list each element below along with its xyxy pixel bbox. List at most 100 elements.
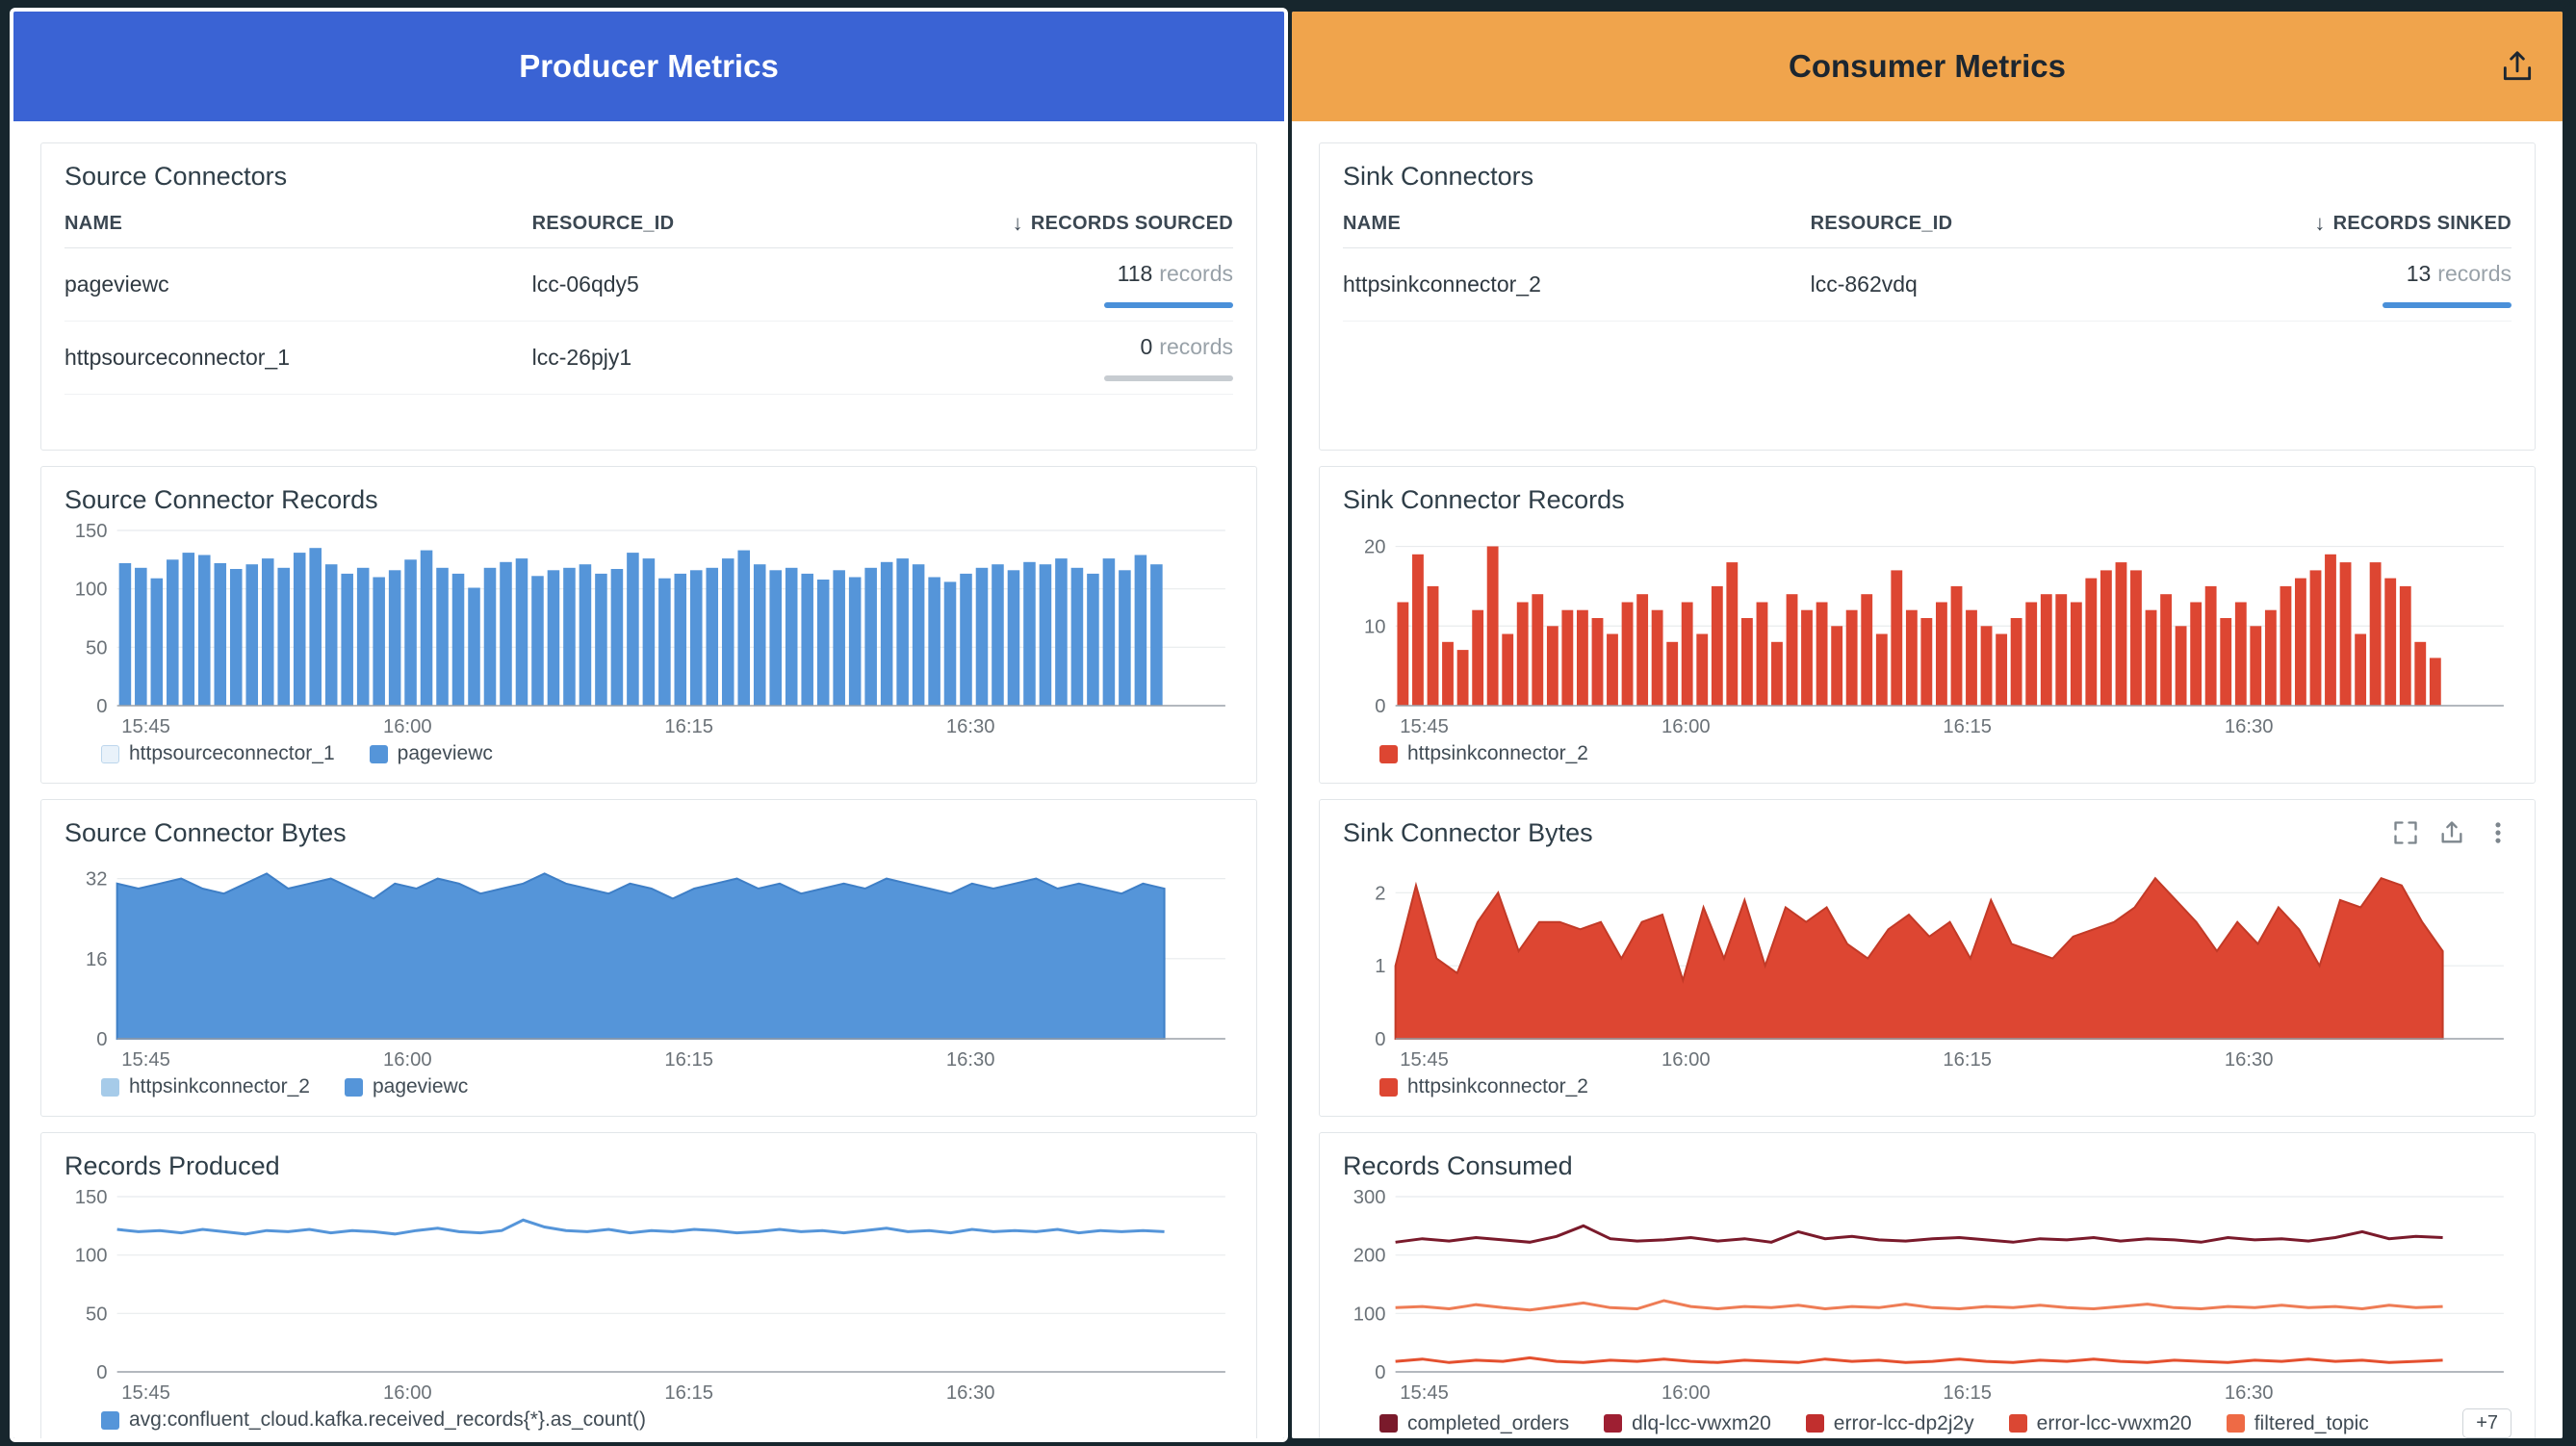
producer-panel-header[interactable]: Producer Metrics <box>13 12 1284 121</box>
svg-text:16:30: 16:30 <box>946 1382 995 1404</box>
source-connector-records-title: Source Connector Records <box>64 482 378 517</box>
svg-text:16:15: 16:15 <box>664 1382 713 1404</box>
source-connector-records-chart[interactable]: 05010015015:4516:0016:1516:30 <box>64 517 1233 740</box>
records-value: 118records <box>1118 261 1233 287</box>
cell-name: httpsourceconnector_1 <box>64 345 532 371</box>
svg-text:16:00: 16:00 <box>1662 1049 1711 1071</box>
svg-text:150: 150 <box>75 1187 108 1208</box>
svg-text:15:45: 15:45 <box>121 716 170 737</box>
source-connectors-table-header: NAME RESOURCE_ID ↓ RECORDS SOURCED <box>64 194 1233 248</box>
svg-text:16:30: 16:30 <box>2225 1049 2274 1071</box>
legend-label: httpsinkconnector_2 <box>129 1075 310 1098</box>
legend-swatch <box>101 1078 119 1097</box>
legend-label: avg:confluent_cloud.kafka.received_recor… <box>129 1408 646 1432</box>
sort-descending-icon: ↓ <box>2314 211 2325 236</box>
consumer-panel-header[interactable]: Consumer Metrics <box>1292 12 2563 121</box>
svg-text:15:45: 15:45 <box>121 1382 170 1404</box>
sort-descending-icon: ↓ <box>1013 211 1023 236</box>
column-header-resource-id[interactable]: RESOURCE_ID <box>532 213 964 235</box>
records-unit: records <box>1159 261 1233 286</box>
svg-text:50: 50 <box>86 637 108 658</box>
legend-more-badge[interactable]: +7 <box>2462 1408 2512 1438</box>
svg-text:16:00: 16:00 <box>1662 1382 1711 1404</box>
consumer-metrics-panel: Consumer Metrics Sink Connectors NAME RE… <box>1292 12 2563 1438</box>
sink-connector-bytes-widget: Sink Connector Bytes 01215:4516:0016:1 <box>1319 799 2536 1117</box>
records-bar <box>1104 302 1233 308</box>
chart-legend: completed_orders dlq-lcc-vwxm20 error-lcc-… <box>1343 1408 2512 1438</box>
export-icon[interactable] <box>2438 819 2465 846</box>
svg-text:0: 0 <box>96 1029 107 1050</box>
legend-item[interactable]: pageviewc <box>345 1075 468 1098</box>
table-row[interactable]: httpsinkconnector_2 lcc-862vdq 13records <box>1343 248 2512 322</box>
column-header-name[interactable]: NAME <box>1343 213 1811 235</box>
cell-records: 13records <box>2242 261 2512 308</box>
legend-label: error-lcc-vwxm20 <box>2037 1412 2192 1435</box>
records-consumed-widget: Records Consumed 010020030015:4516:0016:… <box>1319 1132 2536 1438</box>
fullscreen-icon[interactable] <box>2392 819 2419 846</box>
legend-item[interactable]: pageviewc <box>370 742 493 765</box>
legend-item[interactable]: dlq-lcc-vwxm20 <box>1604 1412 1771 1435</box>
records-produced-widget: Records Produced 05010015015:4516:0016:1… <box>40 1132 1257 1438</box>
legend-item[interactable]: avg:confluent_cloud.kafka.received_recor… <box>101 1408 646 1432</box>
table-row[interactable]: httpsourceconnector_1 lcc-26pjy1 0record… <box>64 322 1233 395</box>
svg-text:300: 300 <box>1353 1187 1386 1208</box>
dashboard: Producer Metrics Source Connectors NAME … <box>13 12 2563 1438</box>
legend-item[interactable]: httpsinkconnector_2 <box>1379 1075 1588 1098</box>
sink-connector-records-widget: Sink Connector Records 0102015:4516:0016… <box>1319 466 2536 784</box>
legend-swatch <box>1604 1414 1622 1433</box>
svg-text:10: 10 <box>1364 616 1386 637</box>
legend-item[interactable]: httpsinkconnector_2 <box>1379 742 1588 765</box>
sink-connector-records-chart[interactable]: 0102015:4516:0016:1516:30 <box>1343 517 2512 740</box>
records-consumed-title: Records Consumed <box>1343 1149 1573 1183</box>
records-consumed-chart[interactable]: 010020030015:4516:0016:1516:30 <box>1343 1183 2512 1407</box>
legend-label: httpsinkconnector_2 <box>1407 1075 1588 1098</box>
widget-actions <box>2392 819 2512 846</box>
legend-label: completed_orders <box>1407 1412 1569 1435</box>
legend-item[interactable]: completed_orders <box>1379 1412 1569 1435</box>
legend-swatch <box>345 1078 363 1097</box>
svg-text:16:30: 16:30 <box>2225 716 2274 737</box>
producer-panel-title: Producer Metrics <box>519 48 779 85</box>
records-bar <box>2383 302 2512 308</box>
chart-legend: httpsinkconnector_2 <box>1343 1075 2512 1098</box>
export-icon[interactable] <box>2499 48 2536 85</box>
column-header-records-sinked[interactable]: ↓ RECORDS SINKED <box>2242 211 2512 236</box>
legend-item[interactable]: filtered_topic <box>2227 1412 2369 1435</box>
source-connectors-widget: Source Connectors NAME RESOURCE_ID ↓ REC… <box>40 142 1257 451</box>
records-produced-title: Records Produced <box>64 1149 280 1183</box>
sink-connector-bytes-chart[interactable]: 01215:4516:0016:1516:30 <box>1343 850 2512 1073</box>
records-value: 0records <box>1141 334 1234 360</box>
source-connectors-title: Source Connectors <box>64 159 1233 194</box>
column-header-records-sinked-label: RECORDS SINKED <box>2333 213 2512 235</box>
svg-text:16:15: 16:15 <box>1943 1382 1992 1404</box>
svg-text:100: 100 <box>75 1246 108 1267</box>
records-bar <box>1104 375 1233 381</box>
svg-text:15:45: 15:45 <box>1400 1382 1449 1404</box>
svg-text:16:00: 16:00 <box>383 1049 432 1071</box>
legend-item[interactable]: error-lcc-dp2j2y <box>1806 1412 1974 1435</box>
legend-label: httpsinkconnector_2 <box>1407 742 1588 765</box>
legend-swatch <box>1379 1078 1398 1097</box>
cell-resource-id: lcc-862vdq <box>1811 271 2242 297</box>
source-connector-records-widget: Source Connector Records 05010015015:451… <box>40 466 1257 784</box>
kebab-menu-icon[interactable] <box>2485 819 2512 846</box>
legend-item[interactable]: error-lcc-vwxm20 <box>2009 1412 2192 1435</box>
records-produced-chart[interactable]: 05010015015:4516:0016:1516:30 <box>64 1183 1233 1407</box>
legend-label: filtered_topic <box>2254 1412 2369 1435</box>
cell-resource-id: lcc-26pjy1 <box>532 345 964 371</box>
records-unit: records <box>1159 334 1233 359</box>
svg-text:100: 100 <box>1353 1304 1386 1325</box>
legend-item[interactable]: httpsinkconnector_2 <box>101 1075 310 1098</box>
column-header-records-sourced[interactable]: ↓ RECORDS SOURCED <box>964 211 1233 236</box>
svg-text:15:45: 15:45 <box>1400 716 1449 737</box>
table-row[interactable]: pageviewc lcc-06qdy5 118records <box>64 248 1233 322</box>
source-connector-bytes-chart[interactable]: 0163215:4516:0016:1516:30 <box>64 850 1233 1073</box>
svg-text:0: 0 <box>1375 1029 1385 1050</box>
sink-connectors-title: Sink Connectors <box>1343 159 2512 194</box>
legend-item[interactable]: httpsourceconnector_1 <box>101 742 335 765</box>
column-header-resource-id[interactable]: RESOURCE_ID <box>1811 213 2242 235</box>
svg-text:0: 0 <box>1375 1362 1385 1383</box>
legend-swatch <box>2009 1414 2027 1433</box>
svg-text:16: 16 <box>86 949 108 970</box>
column-header-name[interactable]: NAME <box>64 213 532 235</box>
